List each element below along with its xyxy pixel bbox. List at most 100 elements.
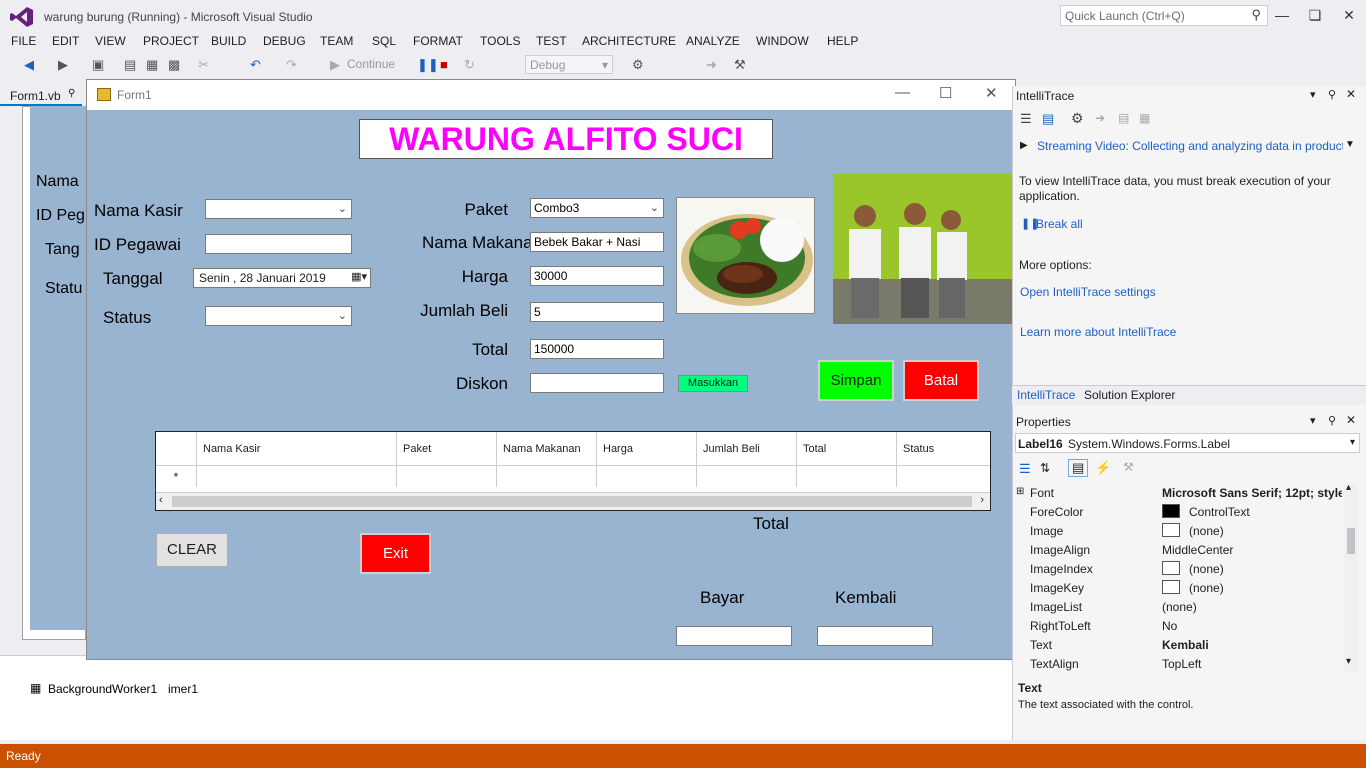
grid-cell[interactable] xyxy=(397,465,497,487)
menu-project[interactable]: PROJECT xyxy=(143,34,199,48)
back-icon[interactable]: ◀ xyxy=(24,57,34,73)
panel-close-icon[interactable]: ✕ xyxy=(1346,413,1356,427)
menu-test[interactable]: TEST xyxy=(536,34,567,48)
scroll-down-icon[interactable]: ▾ xyxy=(1346,656,1351,667)
calls-view-icon[interactable]: ▤ xyxy=(1042,111,1054,127)
panel-close-icon[interactable]: ✕ xyxy=(1346,87,1356,101)
streaming-video-link[interactable]: Streaming Video: Collecting and analyzin… xyxy=(1037,139,1343,153)
pause-icon[interactable]: ❚❚ xyxy=(417,57,439,73)
property-row-image[interactable]: Image (none) xyxy=(1012,521,1354,540)
wrench-icon[interactable]: ⚒ xyxy=(1123,460,1134,474)
learn-more-link[interactable]: Learn more about IntelliTrace xyxy=(1020,325,1176,339)
property-row-imagekey[interactable]: ImageKey (none) xyxy=(1012,578,1354,597)
menu-format[interactable]: FORMAT xyxy=(413,34,463,48)
menu-sql[interactable]: SQL xyxy=(372,34,396,48)
minimize-button[interactable]: — xyxy=(1265,4,1299,26)
properties-view-icon[interactable]: ▤ xyxy=(1068,459,1089,477)
jumlah-beli-input[interactable]: 5 xyxy=(530,302,664,322)
open-icon[interactable]: ▤ xyxy=(1118,111,1129,125)
save-all-icon[interactable]: ▩ xyxy=(168,57,180,73)
forward-icon[interactable]: ▶ xyxy=(58,57,68,73)
menu-build[interactable]: BUILD xyxy=(211,34,246,48)
grid-cell[interactable] xyxy=(197,465,397,487)
property-row-imagealign[interactable]: ImageAlign MiddleCenter xyxy=(1012,540,1354,559)
grid-cell[interactable] xyxy=(597,465,697,487)
grid-col-jumlah-beli[interactable]: Jumlah Beli xyxy=(697,432,797,465)
diskon-input[interactable] xyxy=(530,373,664,393)
property-row-imagelist[interactable]: ImageList (none) xyxy=(1012,597,1354,616)
continue-icon[interactable]: ▶ xyxy=(330,57,340,73)
categorized-icon[interactable]: ☰ xyxy=(1019,461,1031,477)
batal-button[interactable]: Batal xyxy=(903,360,979,401)
menu-debug[interactable]: DEBUG xyxy=(263,34,306,48)
break-all-link[interactable]: Break all xyxy=(1036,217,1083,231)
menu-analyze[interactable]: ANALYZE xyxy=(686,34,740,48)
redo-icon[interactable]: ↷ xyxy=(286,57,297,73)
open-settings-link[interactable]: Open IntelliTrace settings xyxy=(1020,285,1156,299)
menu-edit[interactable]: EDIT xyxy=(52,34,79,48)
grid-col-total[interactable]: Total xyxy=(797,432,897,465)
total-input[interactable]: 150000 xyxy=(530,339,664,359)
exit-button[interactable]: Exit xyxy=(360,533,431,574)
menu-help[interactable]: HELP xyxy=(827,34,858,48)
undo-icon[interactable]: ↶ xyxy=(250,57,261,73)
pin-icon[interactable]: ⚲ xyxy=(1328,414,1336,427)
gear-icon[interactable]: ⚙ xyxy=(1071,110,1084,127)
tray-backgroundworker[interactable]: BackgroundWorker1 xyxy=(48,682,157,696)
grid-cell[interactable] xyxy=(697,465,797,487)
grid-cell[interactable] xyxy=(897,465,990,487)
form1-close-button[interactable]: ✕ xyxy=(985,84,998,102)
grid-col-status[interactable]: Status xyxy=(897,432,990,465)
form1-maximize-button[interactable]: ☐ xyxy=(939,84,952,102)
scroll-right-icon[interactable]: › xyxy=(980,494,984,506)
nama-makanan-input[interactable]: Bebek Bakar + Nasi xyxy=(530,232,664,252)
panel-dropdown-icon[interactable]: ▾ xyxy=(1310,414,1316,427)
list-view-icon[interactable]: ☰ xyxy=(1020,111,1032,127)
property-row-textalign[interactable]: TextAlign TopLeft xyxy=(1012,654,1354,673)
data-grid[interactable]: Nama Kasir Paket Nama Makanan Harga Juml… xyxy=(155,431,991,511)
harga-input[interactable]: 30000 xyxy=(530,266,664,286)
chevron-down-icon[interactable]: ▼ xyxy=(1345,139,1355,150)
save-icon[interactable]: ▦ xyxy=(1139,111,1150,125)
scroll-thumb[interactable] xyxy=(172,496,972,507)
open-file-icon[interactable]: ▤ xyxy=(124,57,136,73)
bayar-input[interactable] xyxy=(676,626,792,646)
grid-horizontal-scrollbar[interactable]: ‹ › xyxy=(156,492,990,510)
tab-intellitrace[interactable]: IntelliTrace xyxy=(1017,388,1075,402)
menu-tools[interactable]: TOOLS xyxy=(480,34,520,48)
step-icon[interactable]: ➜ xyxy=(706,57,717,73)
property-row-forecolor[interactable]: ForeColor ControlText xyxy=(1012,502,1354,521)
menu-team[interactable]: TEAM xyxy=(320,34,353,48)
scroll-up-icon[interactable]: ▴ xyxy=(1346,482,1351,493)
form1-minimize-button[interactable]: — xyxy=(895,84,910,101)
stop-icon[interactable]: ■ xyxy=(440,57,448,72)
scroll-left-icon[interactable]: ‹ xyxy=(159,494,163,506)
id-pegawai-input[interactable] xyxy=(205,234,352,254)
alphabetical-icon[interactable]: ⇅ xyxy=(1040,461,1050,475)
restart-icon[interactable]: ↻ xyxy=(464,57,475,73)
grid-col-nama-makanan[interactable]: Nama Makanan xyxy=(497,432,597,465)
menu-view[interactable]: VIEW xyxy=(95,34,126,48)
grid-cell[interactable] xyxy=(797,465,897,487)
clear-button[interactable]: CLEAR xyxy=(156,533,228,567)
simpan-button[interactable]: Simpan xyxy=(818,360,894,401)
events-icon[interactable]: ⚡ xyxy=(1095,460,1111,476)
scroll-thumb[interactable] xyxy=(1347,528,1355,554)
tab-form1-vb[interactable]: Form1.vb ⚲ xyxy=(0,86,82,106)
new-project-icon[interactable]: ▣ xyxy=(92,57,104,73)
save-icon[interactable]: ▦ xyxy=(146,57,158,73)
properties-scrollbar[interactable]: ▴ ▾ xyxy=(1344,482,1358,672)
restore-button[interactable]: ❏ xyxy=(1298,4,1332,26)
attach-icon[interactable]: ⚙ xyxy=(632,57,644,73)
grid-cell[interactable] xyxy=(497,465,597,487)
cut-icon[interactable]: ✂ xyxy=(198,57,209,73)
pin-icon[interactable]: ⚲ xyxy=(1328,88,1336,101)
pin-icon[interactable]: ⚲ xyxy=(68,88,75,99)
object-selector[interactable]: Label16 System.Windows.Forms.Label ▾ xyxy=(1015,433,1360,453)
menu-architecture[interactable]: ARCHITECTURE xyxy=(582,34,676,48)
menu-file[interactable]: FILE xyxy=(11,34,36,48)
close-button[interactable]: ✕ xyxy=(1332,4,1366,26)
expand-icon[interactable]: ⊞ xyxy=(1016,486,1024,497)
tools-icon[interactable]: ⚒ xyxy=(734,57,746,73)
continue-label[interactable]: Continue xyxy=(347,57,395,71)
